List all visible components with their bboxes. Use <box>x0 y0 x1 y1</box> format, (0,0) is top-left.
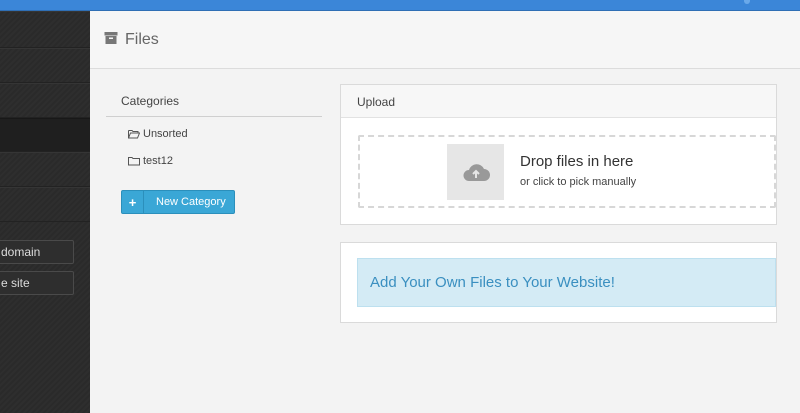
promo-panel: Add Your Own Files to Your Website! <box>340 242 777 323</box>
sidebar-site-button[interactable]: e site <box>0 271 74 295</box>
upload-panel: Upload Drop files in here or click to pi… <box>340 84 777 225</box>
top-bar-indicator <box>744 0 750 4</box>
upload-panel-title: Upload <box>341 85 776 118</box>
sidebar: domain e site <box>0 11 90 413</box>
sidebar-domain-button[interactable]: domain <box>0 240 74 264</box>
category-label: test12 <box>143 155 173 167</box>
categories-heading: Categories <box>121 94 180 108</box>
archive-icon <box>104 32 118 44</box>
new-category-button[interactable]: + New Category <box>121 190 235 214</box>
cloud-upload-icon <box>447 144 504 200</box>
sidebar-item[interactable] <box>0 11 90 48</box>
category-item-unsorted[interactable]: Unsorted <box>128 128 188 140</box>
sidebar-item[interactable] <box>0 83 90 118</box>
categories-divider <box>106 116 322 117</box>
dropzone-subtitle: or click to pick manually <box>520 176 637 188</box>
file-dropzone[interactable]: Drop files in here or click to pick manu… <box>358 135 776 208</box>
promo-banner: Add Your Own Files to Your Website! <box>357 258 776 307</box>
category-label: Unsorted <box>143 128 188 140</box>
top-bar <box>0 0 800 11</box>
new-category-label: New Category <box>156 196 226 208</box>
folder-open-icon <box>128 130 140 139</box>
sidebar-item[interactable] <box>0 152 90 187</box>
page-header: Files <box>90 11 800 69</box>
sidebar-item-active[interactable] <box>0 118 90 152</box>
plus-icon: + <box>122 191 144 213</box>
sidebar-item[interactable] <box>0 48 90 83</box>
category-item-test12[interactable]: test12 <box>128 155 173 167</box>
sidebar-item[interactable] <box>0 187 90 222</box>
dropzone-title: Drop files in here <box>520 153 634 170</box>
page-title: Files <box>125 31 159 48</box>
main-content: Categories Unsorted test12 + New Categor… <box>90 70 800 413</box>
folder-icon <box>128 157 140 166</box>
